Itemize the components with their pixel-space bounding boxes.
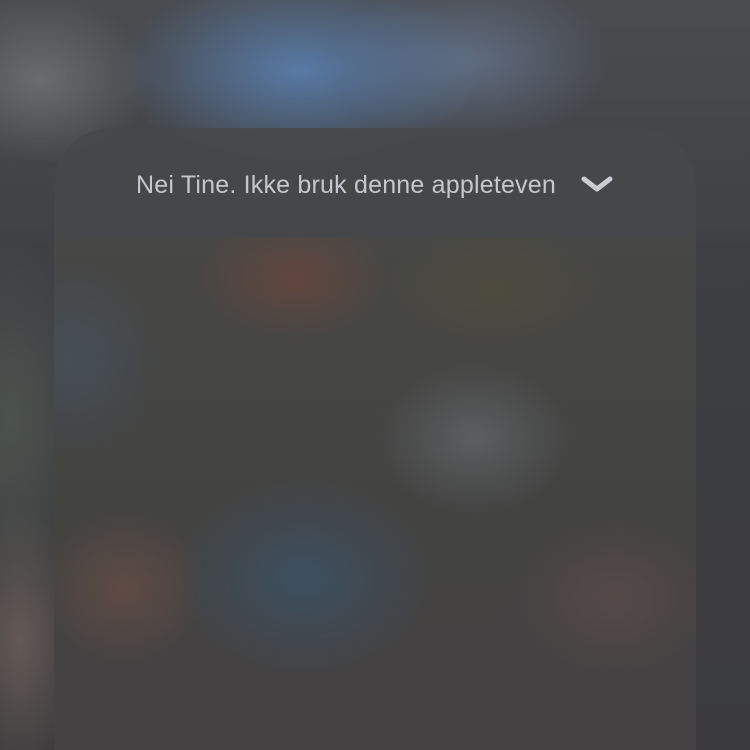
expanded-notification-panel: Nei Tine. Ikke bruk denne appleteven bbox=[54, 128, 696, 750]
chevron-down-icon[interactable] bbox=[580, 175, 614, 195]
notification-title: Nei Tine. Ikke bruk denne appleteven bbox=[136, 170, 556, 199]
notification-content-area bbox=[54, 238, 696, 750]
notification-header: Nei Tine. Ikke bruk denne appleteven bbox=[54, 128, 696, 238]
